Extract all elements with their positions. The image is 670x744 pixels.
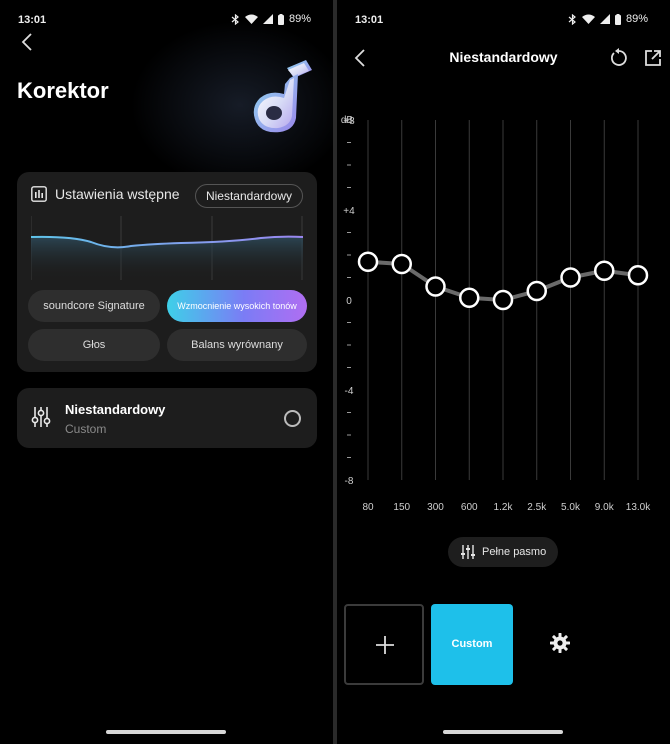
band-label: 5.0k (561, 502, 581, 513)
settings-button[interactable] (550, 633, 570, 658)
equalizer-icon (31, 186, 47, 202)
signal-icon (599, 14, 610, 24)
eq-band-handle[interactable] (391, 253, 412, 275)
band-label: 150 (393, 502, 410, 513)
left-screen: 13:01 89% Korektor Ustawienia wstępne Ni… (0, 0, 333, 744)
db-scale-label: +4 (343, 206, 355, 217)
band-label: 1.2k (494, 502, 514, 513)
band-label: 13.0k (626, 502, 651, 513)
full-band-button[interactable]: Pełne pasmo (448, 537, 559, 567)
reset-button[interactable] (609, 48, 629, 68)
custom-preset-name: Niestandardowy (65, 402, 166, 417)
status-icons: 89% (231, 13, 311, 25)
right-screen: 13:01 89% Niestandardowy dB +8 +4 0 -4 -8 80 15… (337, 0, 670, 744)
soundcore-logo-icon (232, 56, 322, 146)
sliders-icon (31, 407, 51, 427)
home-indicator[interactable] (443, 730, 563, 734)
reset-icon (611, 48, 627, 66)
preset-soundcore-signature[interactable]: soundcore Signature (28, 290, 160, 322)
export-button[interactable] (643, 48, 663, 68)
battery-icon (277, 13, 284, 25)
band-label: 9.0k (595, 502, 615, 513)
bluetooth-icon (231, 13, 239, 25)
eq-band-handle[interactable] (357, 251, 379, 272)
custom-preset-radio[interactable] (284, 410, 301, 427)
db-scale-label: -8 (345, 476, 354, 487)
back-button[interactable] (18, 32, 38, 52)
gear-icon (550, 633, 570, 653)
add-preset-button[interactable] (344, 604, 424, 685)
wifi-icon (244, 14, 258, 24)
status-time: 13:01 (355, 14, 384, 26)
chevron-left-icon (21, 33, 32, 51)
battery-percent: 89% (625, 13, 648, 25)
eq-band-handle[interactable] (492, 289, 514, 311)
preset-balanced[interactable]: Balans wyrównany (167, 329, 307, 361)
eq-band-handle[interactable] (459, 287, 480, 308)
band-label: 2.5k (527, 502, 547, 513)
custom-preset-tile[interactable]: Custom (431, 604, 513, 685)
band-label: 80 (362, 502, 374, 513)
page-title: Korektor (17, 78, 109, 103)
eq-band-handle[interactable] (594, 260, 615, 281)
sliders-icon (461, 545, 475, 559)
full-band-label: Pełne pasmo (482, 546, 547, 558)
wifi-icon (581, 14, 595, 24)
preset-treble-boost[interactable]: Wzmocnienie wysokich tonów (167, 290, 307, 322)
presets-header-label: Ustawienia wstępne (55, 186, 180, 202)
eq-band-handle[interactable] (526, 280, 547, 302)
plus-icon (376, 636, 394, 654)
home-indicator[interactable] (106, 730, 226, 734)
custom-preset-item[interactable]: Niestandardowy Custom (17, 388, 317, 448)
status-bar: 13:01 89% (337, 0, 670, 40)
presets-card: Ustawienia wstępne Niestandardowy soundc… (17, 172, 317, 372)
eq-band-handle[interactable] (560, 267, 581, 288)
battery-icon (614, 13, 621, 25)
eq-band-handle[interactable] (627, 265, 649, 286)
signal-icon (262, 14, 273, 24)
band-label: 300 (427, 502, 444, 513)
bluetooth-icon (568, 13, 576, 25)
equalizer-chart[interactable]: dB+8+40-4-880 150 300 600 1.2k 2.5k 5.0k 9.0k 13… (337, 110, 670, 520)
eq-band-handle[interactable] (425, 276, 446, 297)
status-icons: 89% (568, 13, 648, 25)
db-scale-label: -4 (345, 386, 354, 397)
current-preset-pill[interactable]: Niestandardowy (194, 184, 303, 208)
status-bar: 13:01 89% (0, 0, 333, 40)
export-icon (645, 50, 661, 66)
battery-percent: 89% (288, 13, 311, 25)
presets-header: Ustawienia wstępne (31, 186, 180, 202)
preset-voice[interactable]: Głos (28, 329, 160, 361)
db-scale-label: 0 (346, 296, 352, 307)
db-scale-label: +8 (343, 116, 355, 127)
band-label: 600 (461, 502, 478, 513)
custom-preset-subtitle: Custom (65, 422, 107, 436)
status-time: 13:01 (18, 14, 47, 26)
mini-eq-graph (31, 216, 303, 280)
